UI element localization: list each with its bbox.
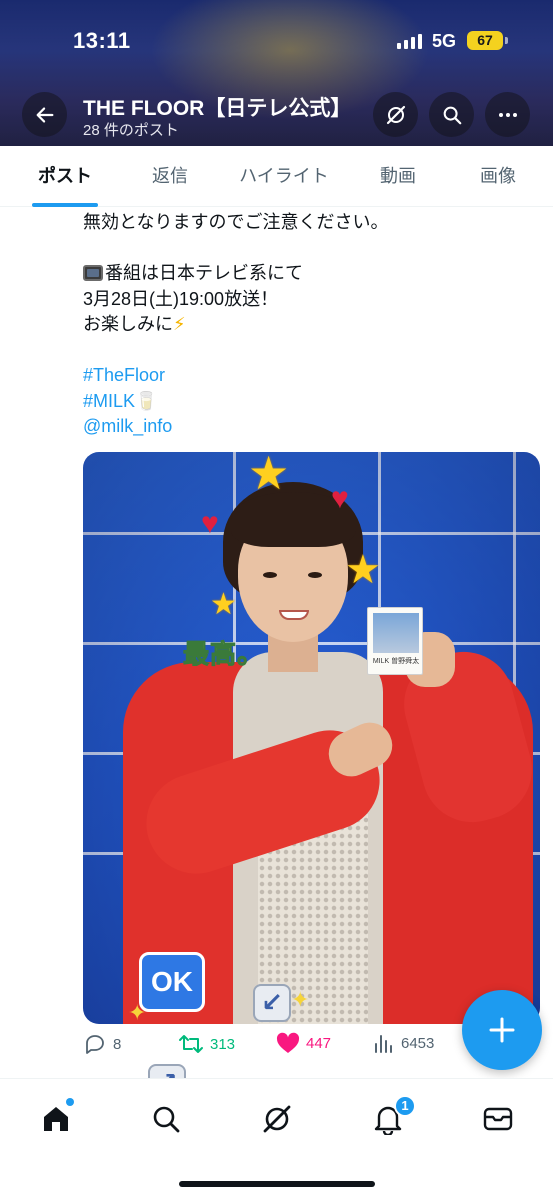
nav-messages[interactable] bbox=[478, 1101, 518, 1137]
tweet-line-text: 番組は日本テレビ系にて bbox=[105, 263, 303, 283]
mention-link[interactable]: @milk_info bbox=[83, 414, 533, 440]
mail-icon bbox=[483, 1107, 513, 1131]
network-type: 5G bbox=[432, 31, 457, 51]
arrow-down-left-sticker: ↙ bbox=[253, 984, 291, 1022]
tweet-line: #MILK🥛 bbox=[83, 389, 533, 415]
repost-count: 313 bbox=[210, 1035, 236, 1053]
nav-grok[interactable] bbox=[257, 1101, 297, 1137]
star-sticker: ★ bbox=[248, 452, 290, 499]
star-sticker: ★ bbox=[210, 588, 237, 621]
active-tab-indicator bbox=[32, 203, 98, 207]
tweet-line-text: お楽しみに bbox=[83, 314, 173, 334]
tweet-line: お楽しみに⚡ bbox=[83, 312, 533, 338]
search-icon bbox=[443, 106, 461, 124]
caption-sticker: 最高。 bbox=[182, 639, 265, 670]
eye bbox=[308, 572, 322, 578]
more-button[interactable] bbox=[485, 92, 530, 137]
hashtag-link[interactable]: #MILK bbox=[83, 391, 135, 411]
notification-badge: 1 bbox=[394, 1095, 416, 1117]
status-time: 13:11 bbox=[73, 28, 131, 53]
lightning-emoji-icon: ⚡ bbox=[173, 314, 186, 334]
grok-icon bbox=[263, 1105, 291, 1133]
battery-icon: 67 bbox=[467, 31, 503, 50]
reply-button[interactable]: 8 bbox=[83, 1032, 121, 1056]
like-button[interactable]: 447 bbox=[276, 1032, 331, 1054]
grok-icon bbox=[386, 105, 405, 124]
reply-icon bbox=[86, 1035, 104, 1054]
home-indicator bbox=[179, 1181, 375, 1187]
back-button[interactable] bbox=[22, 92, 67, 137]
ok-sticker: OK bbox=[139, 952, 205, 1012]
tweet-line: 3月28日(土)19:00放送！ bbox=[83, 288, 279, 309]
polaroid-photo bbox=[373, 613, 419, 653]
polaroid-card: MILK 曽野舜太 bbox=[367, 607, 423, 675]
sparkle-sticker: ✦ bbox=[128, 1000, 147, 1024]
eye bbox=[263, 572, 277, 578]
more-horizontal-icon bbox=[498, 112, 517, 117]
account-name: THE FLOOR【日テレ公式】 bbox=[83, 97, 352, 120]
arrow-left-icon bbox=[36, 106, 53, 123]
unread-dot bbox=[66, 1098, 74, 1106]
nav-search[interactable] bbox=[146, 1101, 186, 1137]
battery-tip bbox=[505, 37, 508, 44]
view-count: 6453 bbox=[401, 1034, 435, 1052]
sparkle-sticker: ✦ bbox=[291, 987, 310, 1012]
profile-header-banner: 13:11 5G 67 THE FLOOR【日テレ公式】 28 件のポスト bbox=[0, 0, 553, 146]
views-button[interactable]: 6453 bbox=[373, 1032, 434, 1054]
tab-replies[interactable]: 返信 bbox=[130, 146, 210, 206]
bar-chart-icon bbox=[375, 1035, 392, 1053]
hashtag-link[interactable]: #TheFloor bbox=[83, 363, 533, 389]
tweet-line: 無効となりますのでご注意ください。 bbox=[83, 212, 389, 232]
cellular-signal-icon bbox=[397, 34, 422, 49]
status-bar: 13:11 5G 67 bbox=[0, 0, 553, 82]
tweet-photo[interactable]: MILK 曽野舜太 ★ ★ ★ ♥ ♥ 最高。 OK ✦ ✦ ↙ bbox=[83, 452, 540, 1024]
reply-count: 8 bbox=[113, 1035, 122, 1053]
like-count: 447 bbox=[306, 1034, 332, 1052]
compose-post-button[interactable] bbox=[462, 990, 542, 1070]
milk-emoji-icon: 🥛 bbox=[135, 390, 158, 411]
post-count: 28 件のポスト bbox=[83, 122, 179, 139]
repost-icon bbox=[179, 1035, 203, 1053]
polaroid-caption: MILK 曽野舜太 bbox=[372, 658, 420, 665]
home-icon bbox=[44, 1107, 68, 1131]
grok-button[interactable] bbox=[373, 92, 418, 137]
search-button[interactable] bbox=[429, 92, 474, 137]
nav-home[interactable] bbox=[36, 1098, 76, 1137]
heart-sticker: ♥ bbox=[331, 482, 349, 515]
star-sticker: ★ bbox=[345, 548, 381, 592]
tweet-line: 番組は日本テレビ系にて bbox=[83, 261, 533, 287]
plus-icon bbox=[489, 1017, 515, 1043]
tab-videos[interactable]: 動画 bbox=[360, 146, 436, 206]
nav-notifications[interactable]: 1 bbox=[368, 1095, 416, 1137]
tv-emoji-icon bbox=[83, 265, 103, 281]
heart-filled-icon bbox=[276, 1032, 300, 1053]
profile-tabs: ポスト 返信 ハイライト 動画 画像 bbox=[0, 146, 553, 207]
tab-posts[interactable]: ポスト bbox=[20, 146, 110, 206]
tweet-body: 無効となりますのでご注意ください。 番組は日本テレビ系にて 3月28日(土)19… bbox=[83, 210, 533, 440]
header-nav: THE FLOOR【日テレ公式】 28 件のポスト bbox=[0, 82, 553, 146]
tab-highlights[interactable]: ハイライト bbox=[228, 146, 340, 206]
tab-images[interactable]: 画像 bbox=[458, 146, 538, 206]
search-icon bbox=[153, 1106, 180, 1133]
heart-sticker: ♥ bbox=[201, 507, 219, 540]
repost-button[interactable]: 313 bbox=[178, 1032, 235, 1056]
